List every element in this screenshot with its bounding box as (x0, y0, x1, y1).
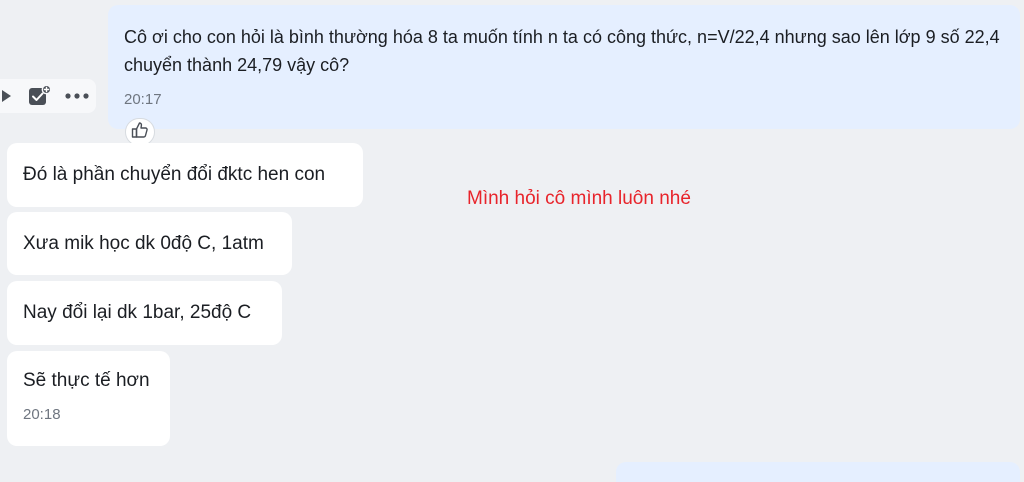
chat-area: Cô ơi cho con hỏi là bình thường hóa 8 t… (0, 0, 1024, 482)
thumbs-up-icon (131, 121, 149, 144)
received-message-bubble[interactable]: Sẽ thực tế hơn 20:18 (7, 351, 170, 446)
task-add-icon[interactable] (21, 79, 59, 113)
reaction-button[interactable] (125, 118, 155, 146)
received-message-text: Sẽ thực tế hơn (23, 370, 150, 391)
message-hover-actions (0, 79, 96, 113)
sent-message-bubble[interactable]: Cô ơi cho con hỏi là bình thường hóa 8 t… (108, 5, 1020, 129)
sent-message-text: Cô ơi cho con hỏi là bình thường hóa 8 t… (124, 27, 1000, 75)
overlay-note: Mình hỏi cô mình luôn nhé (467, 188, 691, 209)
partial-sent-bubble (616, 462, 1020, 482)
received-message-bubble[interactable]: Đó là phần chuyển đổi đktc hen con (7, 143, 363, 207)
received-message-bubble[interactable]: Xưa mik học dk 0độ C, 1atm (7, 212, 292, 275)
received-message-time: 20:18 (23, 406, 61, 423)
forward-icon[interactable] (0, 79, 14, 113)
received-message-text: Xưa mik học dk 0độ C, 1atm (23, 232, 264, 254)
more-icon[interactable] (59, 79, 95, 113)
sent-message-time: 20:17 (124, 91, 162, 108)
received-message-text: Đó là phần chuyển đổi đktc hen con (23, 164, 326, 185)
received-message-bubble[interactable]: Nay đổi lại dk 1bar, 25độ C (7, 281, 282, 345)
received-message-text: Nay đổi lại dk 1bar, 25độ C (23, 302, 252, 323)
